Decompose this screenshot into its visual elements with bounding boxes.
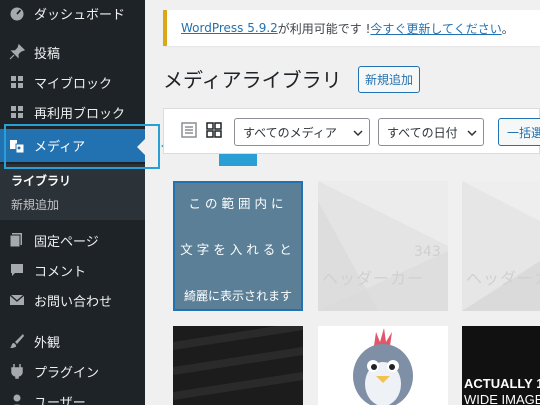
update-notice: WordPress 5.9.2 が利用可能です ! 今すぐ更新してください 。 — [163, 10, 540, 46]
list-view-icon[interactable] — [180, 121, 198, 139]
highlight-box — [4, 124, 160, 169]
image-text: WIDE IMAGE — [464, 392, 540, 405]
chevron-down-icon — [467, 127, 477, 137]
add-new-button[interactable]: 新規追加 — [358, 66, 421, 93]
chevron-down-icon — [353, 127, 363, 137]
image-dimension-text: 343 — [414, 244, 441, 260]
blocks-icon — [9, 104, 25, 120]
sidebar-item-users[interactable]: ユーザー — [0, 386, 145, 405]
header-card-text: ヘッダーカー — [322, 269, 425, 288]
media-submenu: ライブラリ 新規追加 — [0, 164, 145, 220]
dark-texture — [173, 326, 303, 405]
sidebar-item-label: ダッシュボード — [34, 7, 126, 23]
sidebar-item-label: お問い合わせ — [34, 294, 113, 310]
user-icon — [9, 393, 25, 405]
sidebar-item-dashboard[interactable]: ダッシュボード — [0, 0, 145, 28]
sidebar-item-contact[interactable]: お問い合わせ — [0, 285, 145, 315]
date-filter-select[interactable]: すべての日付 — [378, 118, 484, 146]
sidebar-item-comments[interactable]: コメント — [0, 255, 145, 285]
admin-sidebar: ダッシュボード 投稿 マイブロック 再利用ブロック メディア ライブラリ 新規追… — [0, 0, 145, 405]
dashboard-icon — [9, 5, 25, 21]
update-now-link[interactable]: 今すぐ更新してください — [370, 20, 501, 37]
tile-text-line: 文字を入れると — [180, 242, 296, 257]
tile-text-line: この範囲内に — [188, 196, 288, 211]
date-filter-value: すべての日付 — [387, 125, 458, 140]
brush-icon — [9, 333, 25, 349]
sidebar-item-label: 投稿 — [34, 46, 61, 62]
wordpress-version-link[interactable]: WordPress 5.9.2 — [181, 21, 278, 35]
media-tile[interactable]: この範囲内に 文字を入れると 綺麗に表示されます — [173, 181, 303, 311]
grid-view-icon[interactable] — [205, 121, 223, 139]
pin-icon — [9, 44, 25, 60]
sidebar-item-label: 外観 — [34, 335, 61, 351]
sidebar-item-reusable-blocks[interactable]: 再利用ブロック — [0, 97, 145, 127]
comment-icon — [9, 262, 25, 278]
sidebar-item-label: 固定ページ — [34, 234, 99, 250]
notice-text: が利用可能です ! — [277, 21, 371, 36]
header-card-text: ヘッダーカー — [466, 269, 540, 288]
mail-icon — [9, 292, 25, 308]
submenu-item-add-new[interactable]: 新規追加 — [11, 196, 59, 213]
sidebar-item-label: ユーザー — [34, 395, 86, 405]
sidebar-item-appearance[interactable]: 外観 — [0, 326, 145, 356]
sidebar-item-label: マイブロック — [34, 76, 113, 92]
tile-text-line: 綺麗に表示されます — [183, 289, 292, 303]
media-tile[interactable]: ヘッダーカー — [462, 181, 540, 311]
plugin-icon — [9, 363, 25, 379]
media-tile[interactable]: 343 ヘッダーカー — [318, 181, 448, 311]
pages-icon — [9, 232, 25, 248]
sidebar-item-posts[interactable]: 投稿 — [0, 37, 145, 67]
media-type-select[interactable]: すべてのメディア — [234, 118, 370, 146]
media-type-value: すべてのメディア — [243, 125, 337, 140]
submenu-item-library[interactable]: ライブラリ — [11, 172, 71, 189]
sidebar-item-my-blocks[interactable]: マイブロック — [0, 67, 145, 97]
sidebar-item-label: コメント — [34, 264, 87, 280]
sidebar-item-plugins[interactable]: プラグイン — [0, 356, 145, 386]
penguin-mascot-image — [318, 326, 448, 405]
notice-end: 。 — [501, 21, 514, 36]
sidebar-item-label: 再利用ブロック — [34, 106, 126, 122]
sidebar-item-pages[interactable]: 固定ページ — [0, 225, 145, 255]
media-tile[interactable]: ACTUALLY 12 WIDE IMAGE — [462, 326, 540, 405]
bulk-select-button[interactable]: 一括選択 — [498, 118, 540, 146]
sidebar-item-label: プラグイン — [34, 365, 100, 381]
page-title: メディアライブラリ — [163, 68, 342, 92]
image-text: ACTUALLY 12 — [464, 376, 540, 391]
media-tile[interactable] — [173, 326, 303, 405]
placeholder-pattern — [462, 181, 540, 311]
blocks-icon — [9, 74, 25, 90]
media-tile[interactable] — [318, 326, 448, 405]
media-toolbar: すべてのメディア すべての日付 一括選択 — [163, 108, 540, 154]
